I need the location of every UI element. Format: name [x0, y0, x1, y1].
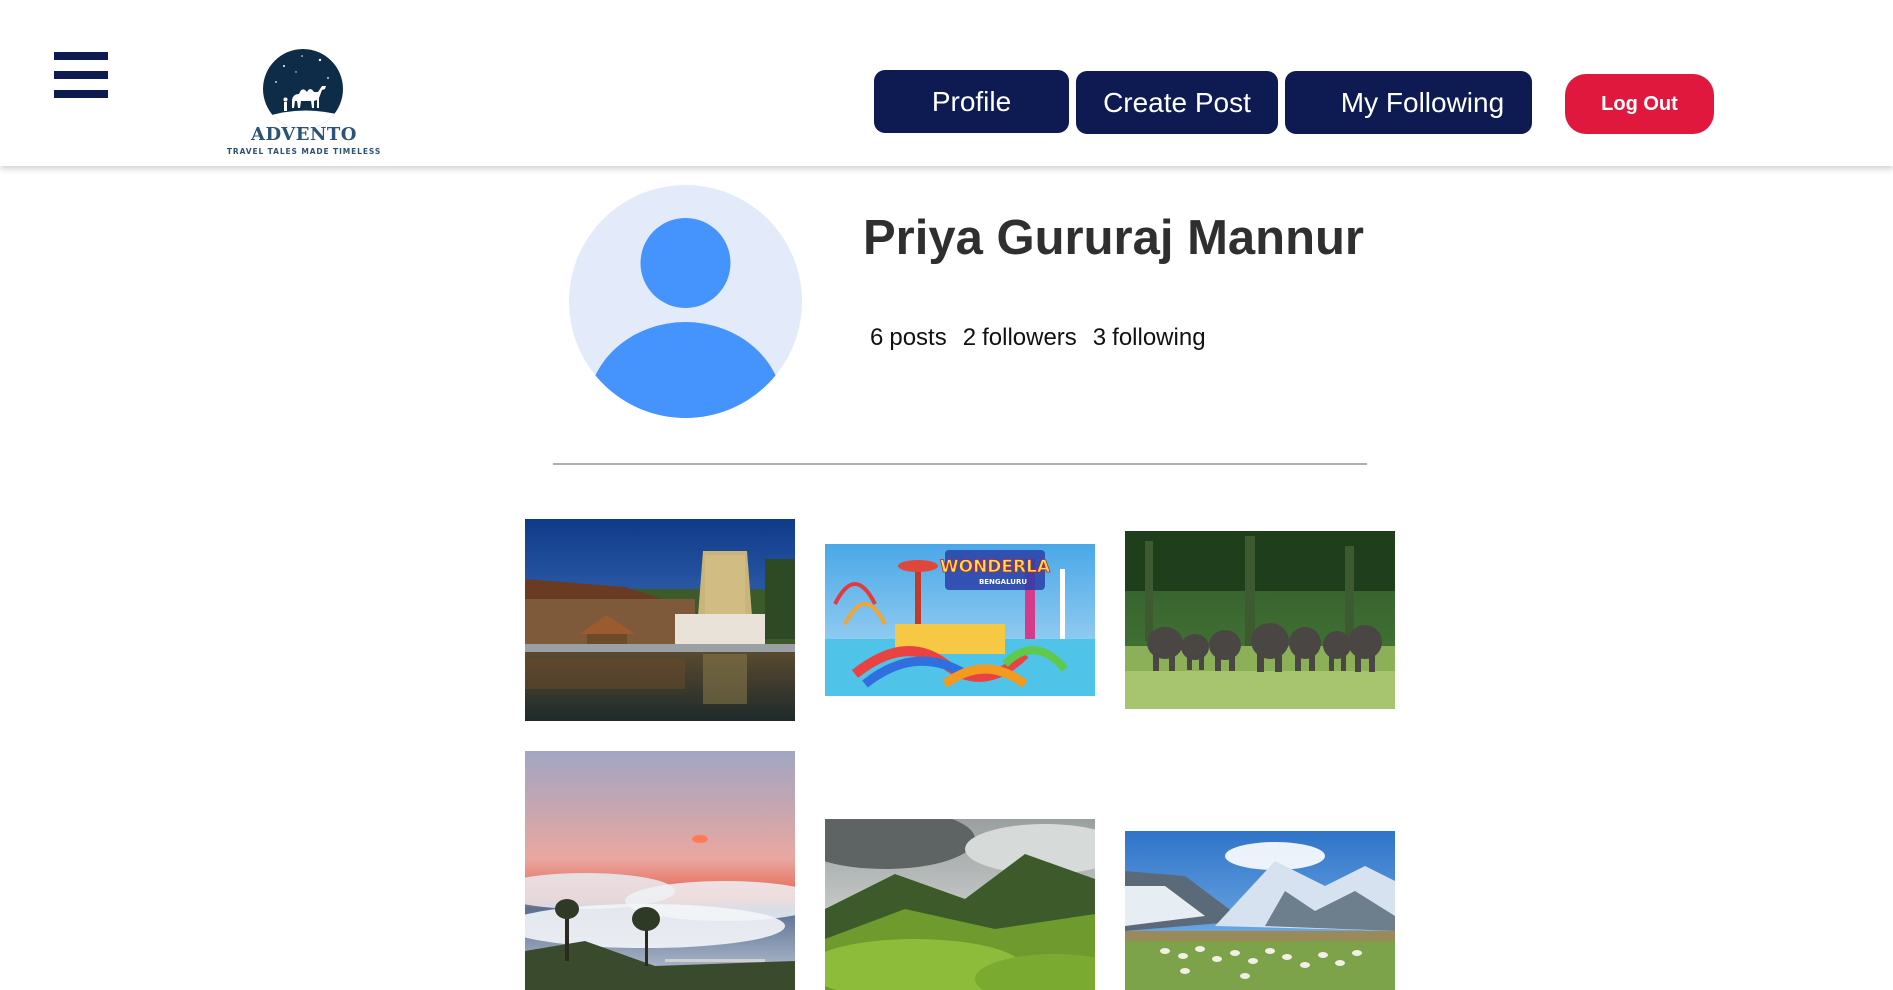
followers-label: followers [982, 324, 1077, 351]
my-following-button[interactable]: My Following [1285, 71, 1532, 134]
wonderla-overlay-text: WONDERLA [940, 557, 1051, 577]
wonderla-water-park-image: WONDERLA BENGALURU [825, 544, 1095, 696]
logo-tagline: TRAVEL TALES MADE TIMELESS [226, 147, 382, 156]
post-thumbnail-wonderla[interactable]: WONDERLA BENGALURU [825, 544, 1095, 696]
top-navigation-bar: ADVENTO TRAVEL TALES MADE TIMELESS Profi… [0, 0, 1893, 166]
profile-name: Priya Gururaj Mannur [863, 211, 1365, 265]
posts-count: 6 [870, 324, 884, 351]
profile-stats: 6 posts 2 followers 3 following [870, 324, 1222, 352]
post-thumbnail-elephants[interactable] [1125, 531, 1395, 709]
menu-line [54, 71, 108, 79]
wonderla-overlay-subtext: BENGALURU [979, 578, 1027, 586]
menu-line [54, 90, 108, 98]
followers-count-stat[interactable]: 2 followers [963, 324, 1077, 352]
snowy-mountains-sheep-image [1125, 831, 1395, 990]
log-out-button[interactable]: Log Out [1565, 74, 1714, 134]
post-thumbnail-sunset-clouds[interactable] [525, 751, 795, 990]
create-post-button[interactable]: Create Post [1076, 71, 1278, 134]
post-thumbnail-green-hills[interactable] [825, 819, 1095, 990]
profile-button[interactable]: Profile [874, 70, 1069, 133]
default-user-avatar-icon [569, 185, 802, 418]
advento-logo[interactable]: ADVENTO TRAVEL TALES MADE TIMELESS [222, 48, 386, 160]
followers-count: 2 [962, 324, 977, 351]
post-thumbnail-snowy-mountains[interactable] [1125, 831, 1395, 990]
menu-line [54, 52, 108, 60]
logo-name: ADVENTO [251, 124, 357, 145]
camel-moon-logo-icon [263, 49, 343, 129]
post-thumbnail-temple-pond[interactable] [525, 519, 795, 721]
posts-label: posts [889, 324, 947, 351]
hamburger-menu-icon[interactable] [54, 52, 108, 98]
profile-divider [553, 463, 1367, 465]
following-label: following [1112, 324, 1206, 351]
sunset-above-clouds-image [525, 751, 795, 990]
following-count-stat[interactable]: 3 following [1093, 324, 1206, 352]
temple-pond-image [525, 519, 795, 721]
posts-count-stat: 6 posts [870, 324, 947, 352]
following-count: 3 [1092, 324, 1107, 351]
green-hills-image [825, 819, 1095, 990]
elephant-herd-image [1125, 531, 1395, 709]
